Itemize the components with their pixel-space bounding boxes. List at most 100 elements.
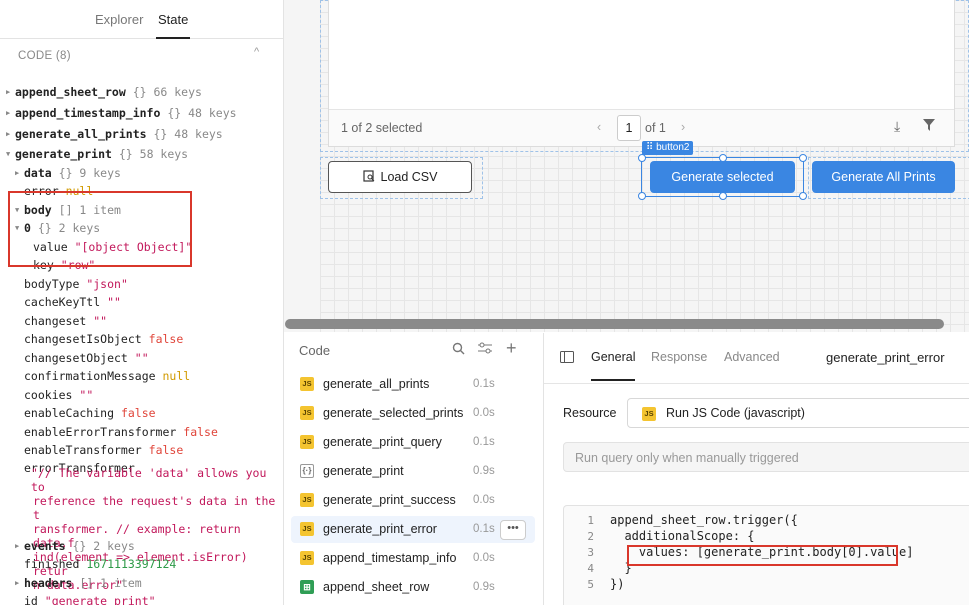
query-runtime: 0.0s [473, 407, 495, 419]
resize-handle[interactable] [799, 192, 807, 200]
caret-right-icon[interactable]: ▶ [6, 83, 10, 101]
tree-row[interactable]: ▶ append_timestamp_info {} 48 keys [6, 104, 237, 122]
collapse-chevron-icon[interactable]: ^ [254, 46, 259, 58]
query-item[interactable]: JS append_timestamp_info 0.0s [291, 545, 535, 572]
tab-state[interactable]: State [155, 12, 191, 39]
tree-key: headers [24, 576, 73, 590]
tree-key: generate_print [15, 147, 112, 161]
error-transformer-line: reference the request's data in the t [33, 494, 276, 522]
query-name: generate_all_prints [323, 377, 430, 391]
caret-right-icon[interactable]: ▶ [6, 125, 10, 143]
javascript-icon: JS [300, 551, 314, 565]
prev-page-icon[interactable]: ‹ [597, 120, 601, 134]
query-name: generate_print_success [323, 493, 456, 507]
query-item[interactable]: JS generate_selected_prints 0.0s [291, 400, 535, 427]
query-item[interactable]: JS generate_print_query 0.1s [291, 429, 535, 456]
code-line: }) [610, 577, 625, 591]
tree-row: finished 1671113397124 [24, 555, 176, 573]
tree-key: append_timestamp_info [15, 106, 161, 120]
tree-key: bodyType [24, 277, 80, 291]
data-table[interactable]: 1 of 2 selected ‹ 1 of 1 › ⤓ [328, 0, 955, 147]
tree-key: append_sheet_row [15, 85, 126, 99]
panel-toggle-icon[interactable] [560, 351, 574, 366]
query-name: generate_print_error [323, 522, 437, 536]
tree-meta: {} 48 keys [153, 127, 223, 141]
tree-row[interactable]: ▶ generate_all_prints {} 48 keys [6, 125, 223, 143]
resource-value: Run JS Code (javascript) [666, 406, 805, 420]
page-input[interactable]: 1 [617, 115, 641, 141]
load-csv-button[interactable]: Load CSV [328, 161, 472, 193]
generate-all-prints-button[interactable]: Generate All Prints [812, 161, 955, 193]
generate-selected-button[interactable]: Generate selected [650, 161, 795, 193]
tree-row: changesetObject "" [24, 349, 149, 367]
tab-general[interactable]: General [591, 350, 636, 381]
trigger-mode-select[interactable]: Run query only when manually triggered [563, 442, 969, 472]
search-icon[interactable] [452, 342, 465, 360]
caret-right-icon[interactable]: ▶ [15, 537, 19, 555]
query-runtime: 0.1s [473, 378, 495, 390]
tree-row[interactable]: ▶ headers [] 1 item [15, 574, 142, 592]
tree-key: changesetIsObject [24, 332, 142, 346]
query-item[interactable]: JS generate_print_error 0.1s ••• [291, 516, 535, 543]
tree-row: cookies "" [24, 386, 93, 404]
tree-key: enableTransformer [24, 443, 142, 457]
tab-explorer[interactable]: Explorer [95, 12, 143, 27]
tree-key: events [24, 539, 66, 553]
tree-row: cacheKeyTtl "" [24, 293, 121, 311]
filter-sliders-icon[interactable] [478, 342, 492, 360]
resize-handle[interactable] [799, 154, 807, 162]
horizontal-scrollbar[interactable] [285, 319, 944, 329]
tree-key: confirmationMessage [24, 369, 156, 383]
tree-value: false [148, 332, 184, 346]
download-icon[interactable]: ⤓ [894, 118, 900, 135]
tree-value: false [148, 443, 184, 457]
page-total: of 1 [645, 121, 666, 135]
tree-row[interactable]: ▼ generate_print {} 58 keys [6, 145, 188, 163]
selected-component-tag[interactable]: ⠿ button2 [642, 141, 694, 155]
tree-value: "json" [86, 277, 128, 291]
transformer-icon: {·} [300, 464, 314, 478]
query-item[interactable]: {·} generate_print 0.9s [291, 458, 535, 485]
highlight-box-body [8, 191, 192, 267]
query-item[interactable]: JS generate_print_success 0.0s [291, 487, 535, 514]
caret-right-icon[interactable]: ▶ [15, 164, 19, 182]
code-line: additionalScope: { [610, 529, 755, 543]
tree-key: changeset [24, 314, 87, 328]
resource-select[interactable]: JS Run JS Code (javascript) [627, 398, 969, 428]
line-number: 2 [587, 530, 594, 543]
highlight-box-values [627, 545, 898, 566]
add-query-icon[interactable]: + [506, 338, 517, 359]
query-item[interactable]: ⊞ append_sheet_row 0.9s [291, 574, 535, 601]
next-page-icon[interactable]: › [681, 120, 685, 134]
query-name: generate_selected_prints [323, 406, 464, 420]
tab-advanced[interactable]: Advanced [724, 350, 780, 364]
caret-right-icon[interactable]: ▶ [15, 574, 19, 592]
tree-meta: {} 9 keys [58, 166, 121, 180]
tree-value: null [162, 369, 191, 383]
editor-tabs: General Response Advanced generate_print… [544, 333, 969, 384]
tree-key: cacheKeyTtl [24, 295, 101, 309]
tree-row[interactable]: ▶ append_sheet_row {} 66 keys [6, 83, 202, 101]
tab-response[interactable]: Response [651, 350, 707, 364]
resize-handle[interactable] [719, 192, 727, 200]
caret-right-icon[interactable]: ▶ [6, 104, 10, 122]
query-item[interactable]: JS generate_all_prints 0.1s [291, 371, 535, 398]
load-csv-label: Load CSV [380, 170, 438, 184]
query-list-panel: Code + JS generate_all_prints 0.1s JS genera… [284, 333, 544, 605]
line-number: 1 [587, 514, 594, 527]
tree-key: enableErrorTransformer [24, 425, 177, 439]
tree-row[interactable]: ▶ data {} 9 keys [15, 164, 121, 182]
tree-meta: {} 66 keys [132, 85, 202, 99]
query-name-title[interactable]: generate_print_error [826, 350, 945, 365]
caret-down-icon[interactable]: ▼ [6, 145, 10, 163]
resize-handle[interactable] [638, 192, 646, 200]
tree-row[interactable]: ▶ events {} 2 keys [15, 537, 135, 555]
tree-meta: {} 2 keys [72, 539, 135, 553]
code-section-header[interactable]: CODE (8) [18, 50, 71, 62]
filter-icon[interactable] [923, 119, 935, 134]
more-options-icon[interactable]: ••• [500, 520, 526, 540]
file-search-icon [362, 169, 375, 185]
resize-handle[interactable] [638, 154, 646, 162]
tree-row: confirmationMessage null [24, 367, 190, 385]
tree-key: enableCaching [24, 406, 115, 420]
